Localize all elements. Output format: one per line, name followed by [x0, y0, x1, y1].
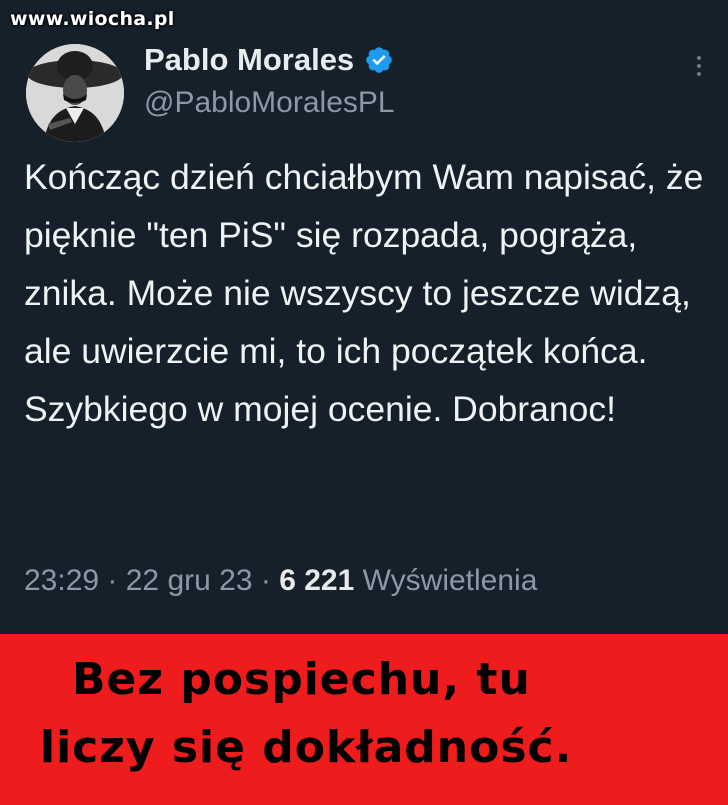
- tweet-date[interactable]: 22 gru 23: [126, 564, 253, 597]
- author-name[interactable]: Pablo Morales: [144, 42, 354, 78]
- tweet-meta: 23:29 · 22 gru 23 · 6 221 Wyświetlenia: [24, 564, 537, 598]
- more-options-icon[interactable]: [696, 56, 702, 80]
- meta-separator: ·: [99, 564, 126, 597]
- views-count: 6 221: [279, 564, 355, 597]
- author-handle[interactable]: @PabloMoralesPL: [144, 86, 395, 120]
- caption-line-2: liczy się dokładność.: [40, 722, 573, 773]
- avatar[interactable]: [26, 44, 124, 142]
- avatar-image: [26, 44, 124, 142]
- watermark: www.wiocha.pl: [10, 8, 175, 30]
- tweet-card: Pablo Morales @PabloMoralesPL Kończąc dz…: [0, 0, 728, 634]
- author-name-row[interactable]: Pablo Morales: [144, 42, 394, 78]
- tweet-time[interactable]: 23:29: [24, 564, 99, 597]
- views-label: Wyświetlenia: [354, 564, 538, 597]
- tweet-text: Kończąc dzień chciałbym Wam napisać, że …: [24, 157, 704, 429]
- verified-badge-icon: [366, 47, 392, 73]
- caption-line-1: Bez pospiechu, tu: [72, 654, 531, 705]
- meta-separator: ·: [252, 564, 280, 597]
